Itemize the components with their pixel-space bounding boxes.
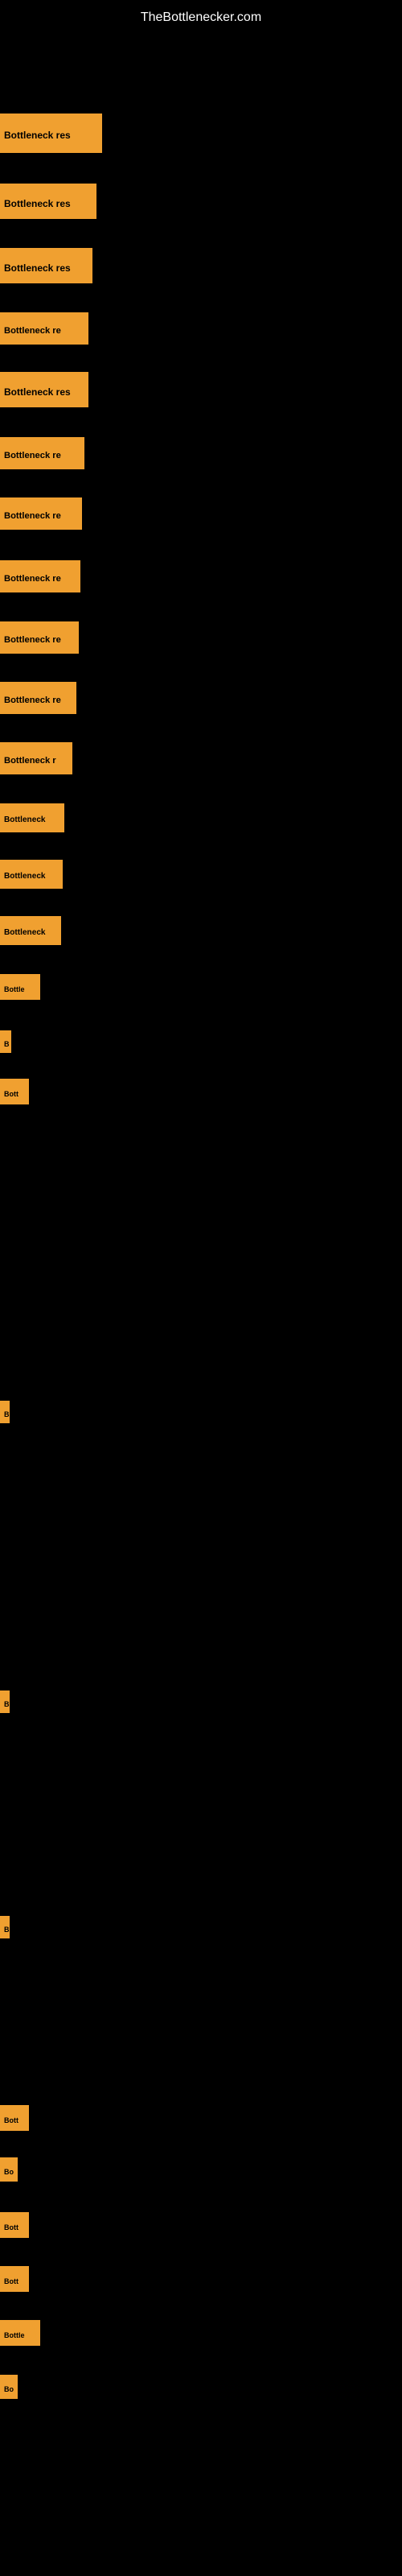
bottleneck-label-8: Bottleneck re <box>0 560 80 592</box>
bottleneck-label-12: Bottleneck <box>0 803 64 832</box>
bottleneck-label-24: Bott <box>0 2266 29 2292</box>
bottleneck-label-23: Bott <box>0 2212 29 2238</box>
bottleneck-label-19: B <box>0 1690 10 1713</box>
bottleneck-label-18: B <box>0 1401 10 1423</box>
bottleneck-label-15: Bottle <box>0 974 40 1000</box>
bottleneck-label-7: Bottleneck re <box>0 497 82 530</box>
bottleneck-label-4: Bottleneck re <box>0 312 88 345</box>
bottleneck-label-21: Bott <box>0 2105 29 2131</box>
bottleneck-label-1: Bottleneck res <box>0 114 102 153</box>
bottleneck-label-3: Bottleneck res <box>0 248 92 283</box>
bottleneck-label-5: Bottleneck res <box>0 372 88 407</box>
bottleneck-label-10: Bottleneck re <box>0 682 76 714</box>
bottleneck-label-25: Bottle <box>0 2320 40 2346</box>
bottleneck-label-17: Bott <box>0 1079 29 1104</box>
bottleneck-label-9: Bottleneck re <box>0 621 79 654</box>
bottleneck-label-6: Bottleneck re <box>0 437 84 469</box>
bottleneck-label-2: Bottleneck res <box>0 184 96 219</box>
bottleneck-label-26: Bo <box>0 2375 18 2399</box>
bottleneck-label-13: Bottleneck <box>0 860 63 889</box>
bottleneck-label-16: B <box>0 1030 11 1053</box>
bottleneck-label-14: Bottleneck <box>0 916 61 945</box>
bottleneck-label-22: Bo <box>0 2157 18 2182</box>
bottleneck-label-20: B <box>0 1916 10 1938</box>
site-title: TheBottlenecker.com <box>0 4 402 31</box>
bottleneck-label-11: Bottleneck r <box>0 742 72 774</box>
